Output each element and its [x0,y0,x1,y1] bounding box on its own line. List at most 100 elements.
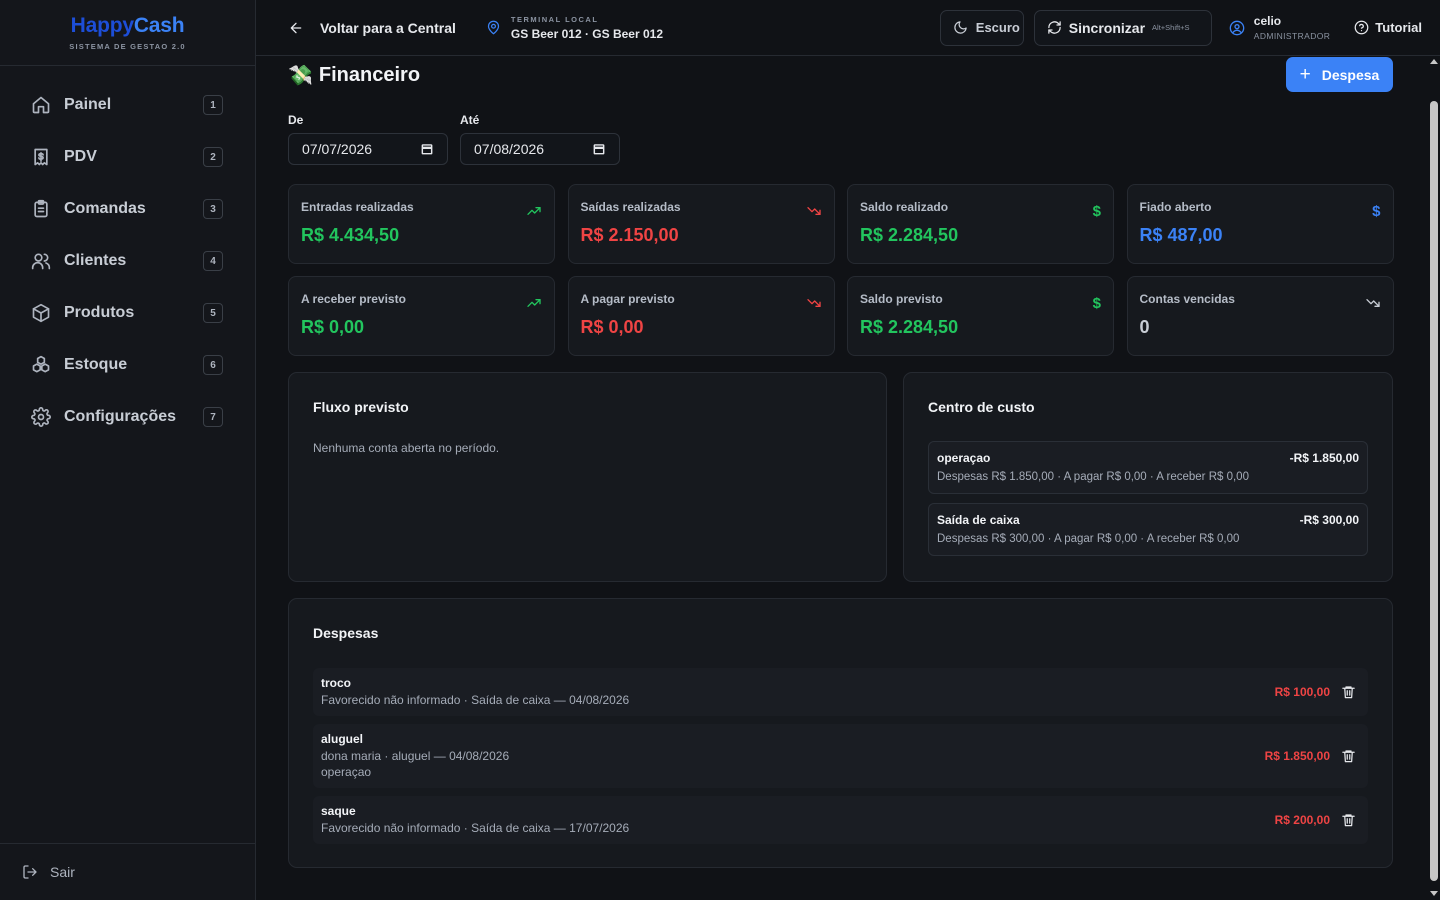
sidebar-item-label: Painel [64,96,112,113]
map-pin-icon [486,20,501,35]
money-wings-icon: 💸 [288,65,313,87]
home-icon [30,94,52,116]
moon-icon [953,20,968,35]
expense-row: saque Favorecido não informado · Saída d… [313,796,1368,844]
expense-cost-center: operaçao [321,765,372,779]
card-value: R$ 487,00 [1139,225,1223,245]
expense-row: troco Favorecido não informado · Saída d… [313,668,1368,716]
date-from-value: 07/07/2026 [302,141,373,157]
trash-icon[interactable] [1341,812,1356,828]
sidebar-item-label: Comandas [64,200,146,217]
terminal-kicker: TERMINAL LOCAL [510,14,599,24]
expense-amount: R$ 100,00 [1274,685,1330,699]
tutorial-label: Tutorial [1375,20,1422,35]
sidebar-item-clientes[interactable]: Clientes 4 [0,235,255,287]
sidebar-item-label: Configurações [64,408,177,425]
users-icon [30,250,52,272]
card-contas-vencidas: Contas vencidas 0 [1126,276,1394,356]
shortcut-badge: 2 [203,147,223,167]
theme-label: Escuro [975,20,1020,35]
cost-center-item: operaçao -R$ 1.850,00 Despesas R$ 1.850,… [928,441,1368,494]
expense-name: saque [321,804,356,818]
terminal-info: TERMINAL LOCAL GS Beer 012 · GS Beer 012 [486,15,663,41]
cost-center-amount: -R$ 1.850,00 [1289,451,1359,465]
boxes-icon [30,354,52,376]
sidebar-item-label: Clientes [64,252,127,269]
sidebar-nav: Painel 1 PDV 2 Comandas 3 Clientes 4 Pro… [0,66,255,443]
add-expense-button[interactable]: + Despesa [1286,57,1393,92]
brand: HappyCash SISTEMA DE GESTAO 2.0 [0,0,255,66]
page-scrollbar[interactable] [1428,56,1440,900]
package-icon [30,302,52,324]
scroll-down-arrow[interactable] [1430,891,1438,896]
help-circle-icon [1354,20,1369,35]
receipt-icon [30,146,52,168]
sidebar-item-configuracoes[interactable]: Configurações 7 [0,391,255,443]
date-to-field: Até 07/08/2026 [460,113,620,165]
expense-name: aluguel [321,732,364,746]
card-value: R$ 2.284,50 [860,317,959,337]
sidebar-item-pdv[interactable]: PDV 2 [0,131,255,183]
card-label: Fiado aberto [1139,200,1212,214]
card-label: Entradas realizadas [301,200,414,214]
gear-icon [30,406,52,428]
centro-de-custo-panel: Centro de custo operaçao -R$ 1.850,00 De… [903,372,1393,582]
plus-icon: + [1299,64,1311,85]
date-to-label: Até [460,113,480,127]
clipboard-icon [30,198,52,220]
trash-icon[interactable] [1341,748,1356,764]
shortcut-badge: 4 [203,251,223,271]
card-saldo-realizado: Saldo realizado R$ 2.284,50 $ [847,184,1114,264]
user-circle-icon [1229,20,1245,36]
sidebar-item-label: Produtos [64,304,135,321]
trending-up-icon [526,203,542,223]
theme-toggle-button[interactable]: Escuro [939,9,1024,46]
user-name: celio [1253,14,1282,28]
refresh-icon [1047,20,1062,35]
cost-center-amount: -R$ 300,00 [1299,513,1359,527]
summary-cards: Entradas realizadas R$ 4.434,50 Saídas r… [288,184,1394,356]
sidebar-item-comandas[interactable]: Comandas 3 [0,183,255,235]
card-value: R$ 2.150,00 [580,225,679,245]
sync-button[interactable]: Sincronizar Alt+Shift+S [1033,9,1212,46]
empty-message: Nenhuma conta aberta no período. [313,441,500,455]
date-from-input[interactable]: 07/07/2026 [288,133,448,165]
scroll-up-arrow[interactable] [1430,59,1438,64]
brand-subtitle: SISTEMA DE GESTAO 2.0 [69,41,186,51]
tutorial-button[interactable]: Tutorial [1354,20,1422,35]
card-a-receber-previsto: A receber previsto R$ 0,00 [288,276,555,356]
cost-center-detail: Despesas R$ 1.850,00 · A pagar R$ 0,00 ·… [937,471,1249,483]
dollar-icon: $ [1092,295,1101,312]
panel-title: Fluxo previsto [313,399,409,415]
card-value: 0 [1139,317,1150,337]
sidebar-item-estoque[interactable]: Estoque 6 [0,339,255,391]
sync-shortcut: Alt+Shift+S [1152,23,1190,32]
card-value: R$ 2.284,50 [860,225,959,245]
sidebar-item-painel[interactable]: Painel 1 [0,79,255,131]
brand-name-part1: Happy [70,13,134,37]
sync-label: Sincronizar [1068,19,1146,36]
shortcut-badge: 3 [203,199,223,219]
scroll-thumb[interactable] [1430,101,1438,881]
calendar-icon [420,142,434,156]
terminal-name: GS Beer 012 · GS Beer 012 [510,26,663,41]
topbar: Voltar para a Central TERMINAL LOCAL GS … [256,0,1440,56]
logout-button[interactable]: Sair [0,843,255,900]
sidebar-item-label: PDV [64,148,97,165]
cost-center-item: Saída de caixa -R$ 300,00 Despesas R$ 30… [928,503,1368,556]
calendar-icon [592,142,606,156]
logout-icon [22,864,38,880]
user-menu[interactable]: celio ADMINISTRADOR [1229,14,1331,41]
sidebar-item-produtos[interactable]: Produtos 5 [0,287,255,339]
back-to-central-link[interactable]: Voltar para a Central [288,20,456,36]
dollar-icon: $ [1372,203,1381,220]
trash-icon[interactable] [1341,684,1356,700]
trending-down-icon [806,295,822,315]
card-label: Saldo previsto [860,292,943,306]
date-from-label: De [288,113,304,127]
date-to-input[interactable]: 07/08/2026 [460,133,620,165]
cost-center-name: Saída de caixa [937,513,1020,527]
card-label: Contas vencidas [1139,292,1235,306]
expense-amount: R$ 1.850,00 [1264,749,1330,763]
card-a-pagar-previsto: A pagar previsto R$ 0,00 [567,276,835,356]
